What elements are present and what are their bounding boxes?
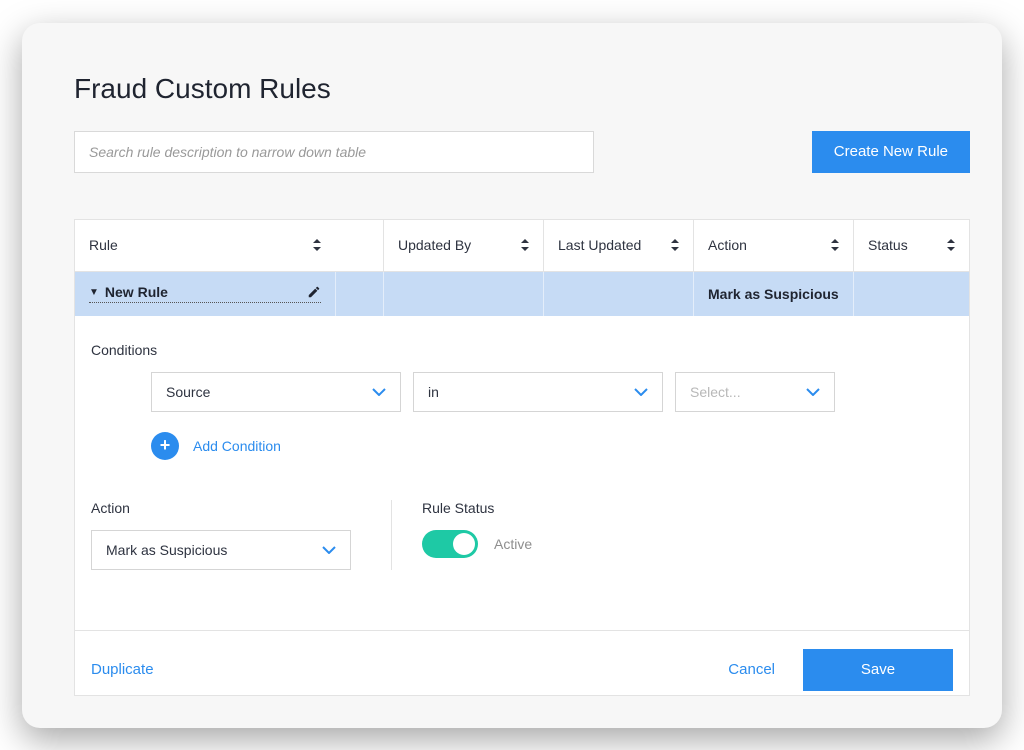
col-header-status[interactable]: Status <box>853 220 969 271</box>
col-header-lastupdated[interactable]: Last Updated <box>543 220 693 271</box>
condition-value-select[interactable]: Select... <box>675 372 835 412</box>
condition-row: Source in Select... <box>91 372 953 412</box>
cell-status <box>853 272 969 316</box>
col-header-action-label: Action <box>708 237 747 253</box>
condition-field-select[interactable]: Source <box>151 372 401 412</box>
col-header-status-label: Status <box>868 237 908 253</box>
condition-value-placeholder: Select... <box>690 384 741 400</box>
chevron-down-icon <box>322 546 336 554</box>
chevron-down-icon <box>806 388 820 396</box>
col-spacer <box>335 220 383 271</box>
col-header-updatedby-label: Updated By <box>398 237 471 253</box>
search-input[interactable] <box>74 131 594 173</box>
status-toggle[interactable] <box>422 530 478 558</box>
condition-field-value: Source <box>166 384 210 400</box>
plus-icon: + <box>151 432 179 460</box>
page-card: Fraud Custom Rules Create New Rule Rule … <box>22 23 1002 728</box>
sort-icon <box>831 239 839 251</box>
sort-icon <box>521 239 529 251</box>
cell-updatedby <box>383 272 543 316</box>
table-header-row: Rule Updated By Last Updated Action Stat… <box>75 220 969 272</box>
duplicate-button[interactable]: Duplicate <box>91 661 154 678</box>
chevron-down-icon <box>634 388 648 396</box>
condition-operator-value: in <box>428 384 439 400</box>
toggle-knob <box>453 533 475 555</box>
rule-status-section: Rule Status Active <box>391 500 953 570</box>
col-header-updatedby[interactable]: Updated By <box>383 220 543 271</box>
status-toggle-row: Active <box>422 530 953 558</box>
cell-rule: ▼ New Rule <box>75 272 335 316</box>
sort-icon <box>313 239 321 251</box>
cancel-button[interactable]: Cancel <box>728 661 775 678</box>
caret-down-icon: ▼ <box>89 287 99 298</box>
rule-editor: Conditions Source in Select... + Add Con… <box>75 316 969 598</box>
chevron-down-icon <box>372 388 386 396</box>
action-label: Action <box>91 500 351 516</box>
action-value: Mark as Suspicious <box>106 542 227 558</box>
rules-table: Rule Updated By Last Updated Action Stat… <box>74 219 970 696</box>
col-header-rule[interactable]: Rule <box>75 220 335 271</box>
condition-operator-select[interactable]: in <box>413 372 663 412</box>
page-title: Fraud Custom Rules <box>74 73 970 105</box>
action-section: Action Mark as Suspicious <box>91 500 351 570</box>
col-header-lastupdated-label: Last Updated <box>558 237 641 253</box>
status-toggle-label: Active <box>494 536 532 552</box>
add-condition-button[interactable]: + Add Condition <box>91 432 953 460</box>
sort-icon <box>947 239 955 251</box>
editor-bottom: Action Mark as Suspicious Rule Status Ac… <box>91 500 953 570</box>
sort-icon <box>671 239 679 251</box>
save-button[interactable]: Save <box>803 649 953 691</box>
pencil-icon[interactable] <box>307 285 321 299</box>
rule-name-edit[interactable]: ▼ New Rule <box>89 284 321 303</box>
cell-spacer <box>335 272 383 316</box>
toolbar-row: Create New Rule <box>74 131 970 173</box>
create-new-rule-button[interactable]: Create New Rule <box>812 131 970 173</box>
cell-lastupdated <box>543 272 693 316</box>
cell-action: Mark as Suspicious <box>693 272 853 316</box>
conditions-label: Conditions <box>91 342 953 358</box>
col-header-rule-label: Rule <box>89 237 118 253</box>
table-row[interactable]: ▼ New Rule Mark as Suspicious <box>75 272 969 316</box>
col-header-action[interactable]: Action <box>693 220 853 271</box>
rule-name-text: New Rule <box>105 284 168 300</box>
action-select[interactable]: Mark as Suspicious <box>91 530 351 570</box>
editor-footer: Duplicate Cancel Save <box>75 630 969 695</box>
add-condition-label: Add Condition <box>193 438 281 454</box>
rule-status-label: Rule Status <box>422 500 953 516</box>
footer-right: Cancel Save <box>728 649 953 691</box>
